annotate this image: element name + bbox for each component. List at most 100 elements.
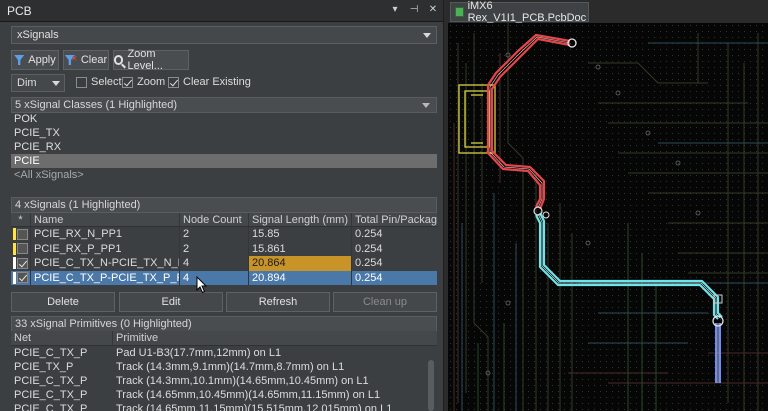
row-marker	[11, 256, 31, 271]
pcb-panel: PCB ▾ ⊣ ✕ xSignals Apply Clear Zoom Leve…	[0, 0, 444, 411]
checkbox-box[interactable]	[168, 76, 179, 88]
column-header[interactable]: Signal Length (mm)	[249, 213, 352, 226]
primitives-table: Net Primitive PCIE_C_TX_P Pad U1-B3(17.7…	[11, 331, 437, 411]
chevron-down-icon	[52, 81, 60, 86]
delete-button-label: Delete	[47, 296, 79, 308]
primitive-desc: Track (14.3mm,9.1mm)(14.7mm,8.7mm) on L1	[116, 361, 345, 373]
document-tab[interactable]: iMX6 Rex_V1I1_PCB.PcbDoc	[450, 0, 589, 24]
table-row[interactable]: PCIE_C_TX_P Track (14.65mm,10.45mm)(14.6…	[11, 388, 437, 402]
refresh-button[interactable]: Refresh	[226, 292, 330, 312]
column-header[interactable]: Total Pin/Package L...	[352, 213, 437, 226]
panel-menu-icon[interactable]: ▾	[390, 4, 400, 15]
node-count: 2	[180, 227, 249, 242]
filter-icon	[14, 55, 25, 65]
highlight-checkbox[interactable]	[17, 228, 28, 240]
primitive-net: PCIE_C_TX_P	[14, 347, 88, 359]
signal-name: PCIE_RX_N_PP1	[31, 227, 180, 242]
node-count: 2	[180, 241, 249, 256]
document-tab-title: iMX6 Rex_V1I1_PCB.PcbDoc	[467, 0, 587, 24]
signal-length-highlighted: 20.864	[249, 256, 352, 271]
clear-existing-label: Clear Existing	[183, 76, 251, 88]
close-icon[interactable]: ✕	[428, 4, 438, 15]
color-marker	[13, 271, 16, 284]
scrollbar[interactable]	[428, 360, 434, 411]
select-checkbox[interactable]: Select	[76, 76, 122, 88]
column-header[interactable]: Name	[31, 213, 180, 226]
pcb-canvas[interactable]	[448, 23, 768, 411]
dim-select[interactable]: Dim	[11, 74, 65, 92]
signal-length: 15.861	[249, 241, 352, 256]
column-header[interactable]: Net	[11, 331, 113, 345]
row-marker	[11, 241, 31, 256]
highlight-checkbox[interactable]	[17, 272, 28, 284]
primitive-net: PCIE_C_TX_P	[14, 389, 88, 401]
zoom-level-button[interactable]: Zoom Level...	[113, 48, 189, 72]
classes-header-label: 5 xSignal Classes (1 Highlighted)	[15, 99, 178, 111]
row-marker	[11, 270, 31, 285]
panel-title-bar: PCB ▾ ⊣ ✕	[0, 0, 443, 22]
pin-icon[interactable]: ⊣	[409, 4, 419, 15]
table-row[interactable]: PCIE_C_TX_P Pad U1-B3(17.7mm,12mm) on L1	[11, 346, 437, 360]
classes-section-header[interactable]: 5 xSignal Classes (1 Highlighted)	[11, 97, 437, 113]
signal-length: 15.85	[249, 227, 352, 242]
row-marker	[11, 227, 31, 242]
column-header[interactable]: Primitive	[113, 331, 437, 345]
zoom-level-label: Zoom Level...	[127, 48, 163, 72]
primitive-net: PCIE_C_TX_P	[14, 403, 88, 411]
total-length: 0.254	[355, 257, 383, 270]
node-count: 4	[180, 256, 249, 271]
total-length: 0.254	[355, 271, 383, 284]
table-row[interactable]: PCIE_RX_N_PP1 2 15.85 0.254	[11, 227, 437, 242]
list-item[interactable]: <All xSignals>	[11, 168, 437, 182]
collapse-icon[interactable]	[422, 103, 430, 108]
cleanup-button[interactable]: Clean up	[333, 292, 437, 312]
list-item[interactable]: PCIE_TX	[11, 126, 437, 140]
column-header[interactable]: Node Count	[180, 213, 249, 226]
dim-select-value: Dim	[17, 77, 37, 89]
zoom-checkbox[interactable]: Zoom	[122, 76, 165, 88]
magnifier-icon	[114, 55, 124, 65]
checkbox-box[interactable]	[76, 76, 87, 88]
classes-list: POK PCIE_TX PCIE_RX PCIE <All xSignals>	[11, 112, 437, 182]
table-row[interactable]: PCIE_RX_P_PP1 2 15.861 0.254	[11, 241, 437, 256]
primitives-section-header[interactable]: 33 xSignal Primitives (0 Highlighted)	[11, 316, 437, 332]
table-header: * Name Node Count Signal Length (mm) Tot…	[11, 213, 437, 227]
clear-existing-checkbox[interactable]: Clear Existing	[168, 76, 251, 88]
node-count: 4	[180, 270, 249, 285]
edit-button[interactable]: Edit	[119, 292, 223, 312]
primitive-net: PCIE_C_TX_P	[14, 375, 88, 387]
clear-button-label: Clear	[80, 54, 108, 66]
primitive-desc: Track (14.65mm,10.45mm)(14.65mm,11.15mm)…	[116, 389, 381, 401]
zoom-checkbox-label: Zoom	[137, 76, 166, 88]
primitive-desc: Track (14.65mm,11.15mm)(15.515mm,12.015m…	[116, 403, 393, 411]
list-item[interactable]: POK	[11, 112, 437, 126]
column-header[interactable]: *	[11, 213, 31, 226]
signal-name: PCIE_C_TX_N-PCIE_TX_N_PP1	[31, 256, 180, 271]
chevron-down-icon	[423, 33, 431, 38]
refresh-button-label: Refresh	[258, 296, 298, 308]
delete-button[interactable]: Delete	[11, 292, 115, 312]
primitives-header-label: 33 xSignal Primitives (0 Highlighted)	[15, 318, 192, 330]
mode-combo-value: xSignals	[17, 29, 59, 41]
table-row[interactable]: PCIE_C_TX_P Track (14.3mm,10.1mm)(14.65m…	[11, 374, 437, 388]
table-row-selected[interactable]: PCIE_C_TX_P-PCIE_TX_P_PP1 4 20.894 0.254	[11, 270, 437, 285]
primitive-net: PCIE_TX_P	[14, 361, 74, 373]
xsignals-section-header[interactable]: 4 xSignals (1 Highlighted)	[11, 197, 437, 213]
clear-button[interactable]: Clear	[63, 50, 109, 70]
list-item[interactable]: PCIE_RX	[11, 140, 437, 154]
color-marker	[13, 257, 16, 270]
mode-combo[interactable]: xSignals	[11, 26, 437, 44]
mouse-cursor-icon	[196, 276, 208, 294]
table-row[interactable]: PCIE_TX_P Track (14.3mm,9.1mm)(14.7mm,8.…	[11, 360, 437, 374]
total-length: 0.254	[355, 228, 383, 241]
panel-title: PCB	[7, 3, 32, 18]
table-row[interactable]: PCIE_C_TX_P Track (14.65mm,11.15mm)(15.5…	[11, 402, 437, 411]
highlight-checkbox[interactable]	[17, 243, 28, 255]
table-row[interactable]: PCIE_C_TX_N-PCIE_TX_N_PP1 4 20.864 0.254	[11, 256, 437, 271]
color-marker	[13, 228, 16, 241]
list-item-selected[interactable]: PCIE	[11, 154, 437, 168]
highlight-checkbox[interactable]	[17, 257, 28, 269]
edit-button-label: Edit	[161, 296, 181, 308]
apply-button[interactable]: Apply	[11, 50, 59, 70]
checkbox-box[interactable]	[122, 76, 133, 88]
